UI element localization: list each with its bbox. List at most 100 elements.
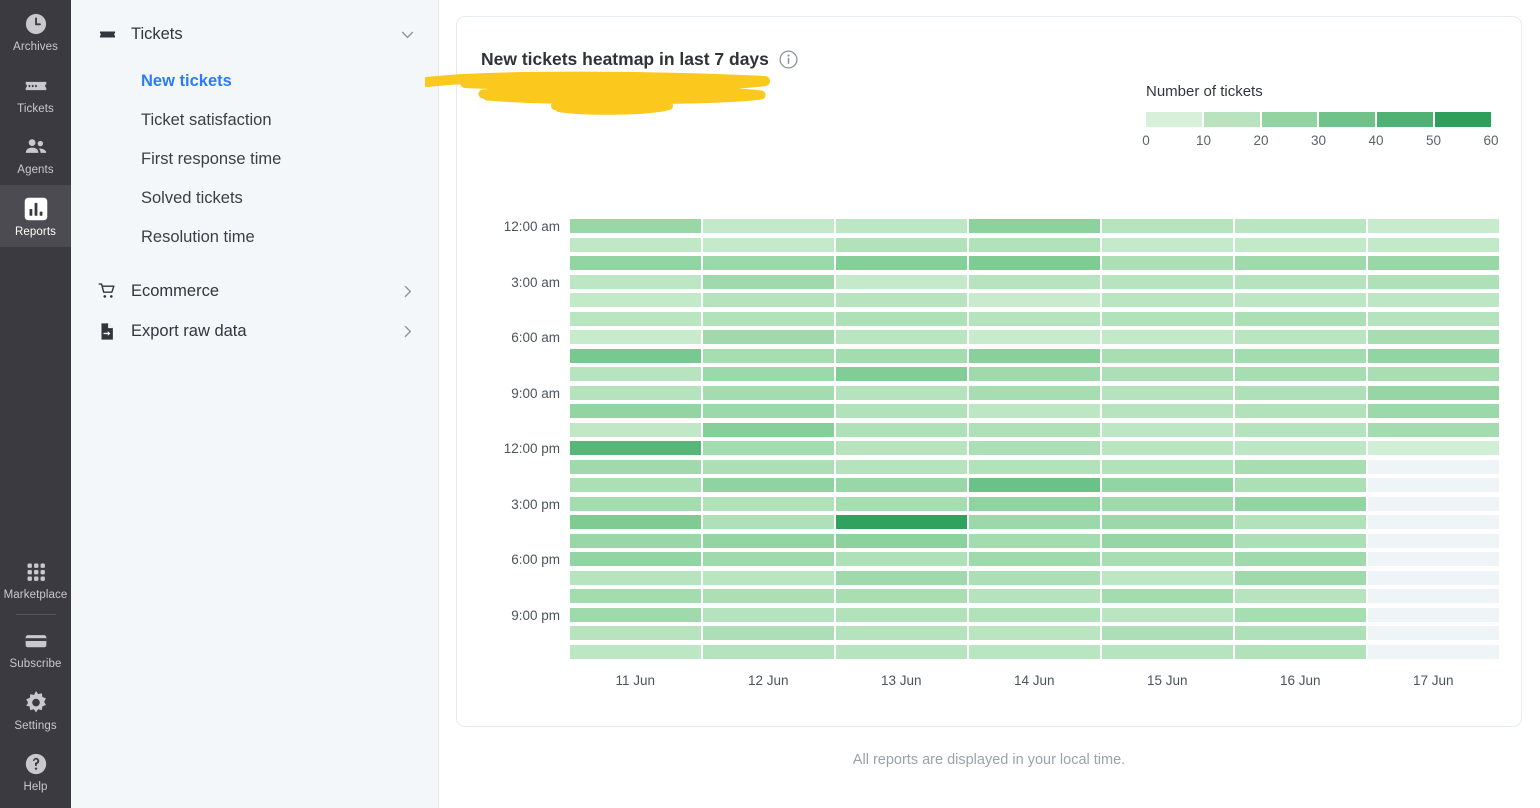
heatmap-cell[interactable]	[1368, 589, 1499, 604]
sidebar-item-resolution-time[interactable]: Resolution time	[71, 218, 438, 257]
heatmap-cell[interactable]	[836, 348, 967, 363]
heatmap-cell[interactable]	[1235, 404, 1366, 419]
heatmap-cell[interactable]	[1368, 256, 1499, 271]
heatmap-cell[interactable]	[836, 626, 967, 641]
heatmap-cell[interactable]	[1102, 552, 1233, 567]
heatmap-cell[interactable]	[1368, 570, 1499, 585]
heatmap-cell[interactable]	[836, 256, 967, 271]
heatmap-cell[interactable]	[1102, 459, 1233, 474]
heatmap-cell[interactable]	[1368, 237, 1499, 252]
heatmap-cell[interactable]	[836, 367, 967, 382]
heatmap-cell[interactable]	[1368, 626, 1499, 641]
heatmap-cell[interactable]	[1235, 348, 1366, 363]
heatmap-cell[interactable]	[1235, 533, 1366, 548]
heatmap-cell[interactable]	[703, 589, 834, 604]
heatmap-cell[interactable]	[703, 237, 834, 252]
heatmap-cell[interactable]	[570, 256, 701, 271]
heatmap-cell[interactable]	[570, 496, 701, 511]
heatmap-cell[interactable]	[1368, 478, 1499, 493]
heatmap-cell[interactable]	[1102, 311, 1233, 326]
heatmap-cell[interactable]	[1368, 348, 1499, 363]
heatmap-cell[interactable]	[703, 422, 834, 437]
heatmap-cell[interactable]	[836, 644, 967, 659]
heatmap-cell[interactable]	[1368, 552, 1499, 567]
heatmap-cell[interactable]	[703, 644, 834, 659]
heatmap-cell[interactable]	[1102, 237, 1233, 252]
heatmap-cell[interactable]	[1368, 533, 1499, 548]
heatmap-cell[interactable]	[570, 293, 701, 308]
heatmap-cell[interactable]	[836, 459, 967, 474]
heatmap-cell[interactable]	[1235, 293, 1366, 308]
heatmap-cell[interactable]	[969, 404, 1100, 419]
heatmap-cell[interactable]	[570, 219, 701, 233]
heatmap-cell[interactable]	[1102, 385, 1233, 400]
heatmap-cell[interactable]	[969, 293, 1100, 308]
nav-group-ecommerce[interactable]: Ecommerce	[71, 271, 438, 311]
heatmap-cell[interactable]	[969, 441, 1100, 456]
heatmap-cell[interactable]	[570, 274, 701, 289]
heatmap-cell[interactable]	[969, 607, 1100, 622]
heatmap-cell[interactable]	[703, 626, 834, 641]
heatmap-cell[interactable]	[836, 515, 967, 530]
heatmap-cell[interactable]	[1235, 274, 1366, 289]
heatmap-cell[interactable]	[1368, 496, 1499, 511]
heatmap-cell[interactable]	[969, 219, 1100, 233]
heatmap-cell[interactable]	[1368, 330, 1499, 345]
heatmap-cell[interactable]	[1102, 589, 1233, 604]
heatmap-cell[interactable]	[1102, 533, 1233, 548]
heatmap-cell[interactable]	[703, 496, 834, 511]
heatmap-cell[interactable]	[1368, 422, 1499, 437]
heatmap-cell[interactable]	[1102, 515, 1233, 530]
heatmap-cell[interactable]	[969, 422, 1100, 437]
heatmap-cell[interactable]	[836, 589, 967, 604]
heatmap-cell[interactable]	[1235, 496, 1366, 511]
heatmap-cell[interactable]	[703, 367, 834, 382]
heatmap-cell[interactable]	[1368, 311, 1499, 326]
heatmap-cell[interactable]	[1102, 422, 1233, 437]
heatmap-cell[interactable]	[969, 589, 1100, 604]
heatmap-cell[interactable]	[570, 459, 701, 474]
heatmap-cell[interactable]	[969, 256, 1100, 271]
heatmap-cell[interactable]	[703, 515, 834, 530]
heatmap-cell[interactable]	[703, 404, 834, 419]
heatmap-cell[interactable]	[570, 644, 701, 659]
heatmap-cell[interactable]	[969, 533, 1100, 548]
heatmap-cell[interactable]	[703, 385, 834, 400]
heatmap-cell[interactable]	[969, 311, 1100, 326]
heatmap-cell[interactable]	[570, 607, 701, 622]
heatmap-cell[interactable]	[1102, 219, 1233, 233]
heatmap-cell[interactable]	[1368, 459, 1499, 474]
heatmap-cell[interactable]	[1235, 459, 1366, 474]
heatmap-cell[interactable]	[836, 274, 967, 289]
heatmap-cell[interactable]	[1368, 274, 1499, 289]
heatmap-cell[interactable]	[969, 385, 1100, 400]
heatmap-cell[interactable]	[969, 515, 1100, 530]
heatmap-cell[interactable]	[1102, 330, 1233, 345]
heatmap-cell[interactable]	[570, 311, 701, 326]
heatmap-cell[interactable]	[1102, 367, 1233, 382]
heatmap-cell[interactable]	[1102, 570, 1233, 585]
heatmap-cell[interactable]	[1368, 385, 1499, 400]
heatmap-cell[interactable]	[703, 311, 834, 326]
chevron-right-icon[interactable]	[398, 322, 416, 340]
heatmap-cell[interactable]	[1102, 404, 1233, 419]
heatmap-cell[interactable]	[969, 552, 1100, 567]
rail-item-help[interactable]: Help	[0, 740, 71, 802]
heatmap-cell[interactable]	[570, 441, 701, 456]
heatmap-cell[interactable]	[703, 552, 834, 567]
heatmap-cell[interactable]	[703, 478, 834, 493]
heatmap-cell[interactable]	[836, 607, 967, 622]
rail-item-archives[interactable]: Archives	[0, 0, 71, 62]
heatmap-cell[interactable]	[1235, 330, 1366, 345]
heatmap-cell[interactable]	[969, 330, 1100, 345]
sidebar-item-ticket-satisfaction[interactable]: Ticket satisfaction	[71, 101, 438, 140]
heatmap-cell[interactable]	[1235, 515, 1366, 530]
heatmap-cell[interactable]	[969, 274, 1100, 289]
heatmap-cell[interactable]	[1235, 644, 1366, 659]
sidebar-item-solved-tickets[interactable]: Solved tickets	[71, 179, 438, 218]
heatmap-cell[interactable]	[1235, 441, 1366, 456]
heatmap-cell[interactable]	[1235, 256, 1366, 271]
heatmap-cell[interactable]	[1368, 607, 1499, 622]
heatmap-cell[interactable]	[570, 589, 701, 604]
heatmap-cell[interactable]	[570, 570, 701, 585]
